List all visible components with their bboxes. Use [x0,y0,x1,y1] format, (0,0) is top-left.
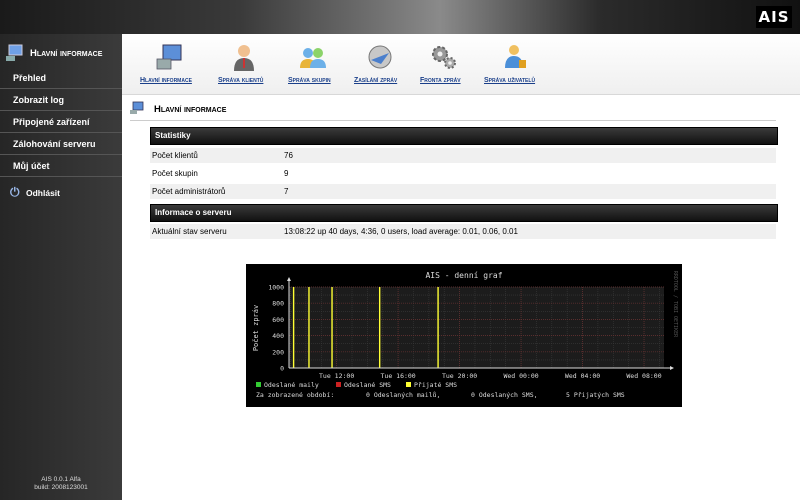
group-icon [300,48,326,68]
build-info: AIS 0.0.1 Alfa build: 2008123001 [0,476,122,492]
toolbar-fronta-zprav[interactable]: Fronta zpráv [420,42,468,92]
x-tick-label: Tue 16:00 [381,372,416,380]
version-label: AIS 0.0.1 Alfa [41,476,81,483]
server-section-header: Informace o serveru [150,204,778,222]
send-icon [368,45,392,69]
x-axis-arrow [670,366,674,370]
toolbar-sprava-skupin[interactable]: Správa skupin [288,42,338,92]
x-tick-label: Wed 00:00 [503,372,538,380]
build-label: build: 2008123001 [34,484,88,491]
sidebar: Hlavní informace Přehled Zobrazit log Př… [0,34,122,500]
x-tick-label: Wed 04:00 [565,372,600,380]
legend-swatch [256,382,261,387]
y-tick-label: 1000 [268,284,284,292]
users-icon [505,45,526,68]
summary-label: Za zobrazené období: [256,391,334,399]
sidebar-header: Hlavní informace [6,44,122,66]
table-row: Počet skupin 9 [150,166,776,181]
x-tick-label: Wed 08:00 [626,372,661,380]
legend-label: Odeslané SMS [344,381,391,389]
x-tick-label: Tue 20:00 [442,372,477,380]
main-toolbar: Hlavní informace Správa klientů Správa s… [122,34,800,95]
y-tick-label: 400 [272,332,284,340]
summary-sent-mails: 0 Odeslaných mailů, [366,391,440,399]
sidebar-item-log[interactable]: Zobrazit log [0,90,122,111]
y-tick-label: 600 [272,316,284,324]
monitor-icon [6,44,23,61]
page-header: Hlavní informace [130,100,776,121]
toolbar-sprava-uzivatelu[interactable]: Správa uživatelů [484,42,544,92]
summary-received-sms: 5 Přijatých SMS [566,391,625,399]
user-icon [234,45,254,71]
x-tick-label: Tue 12:00 [319,372,354,380]
stats-section-header: Statistiky [150,127,778,145]
table-row: Počet klientů 76 [150,148,776,163]
gears-icon [432,46,456,69]
side-credit-label: RRDTOOL / TOBI OETIKER [672,271,678,338]
legend-swatch [406,382,411,387]
summary-sent-sms: 0 Odeslaných SMS, [471,391,538,399]
sidebar-header-label: Hlavní informace [30,48,103,59]
sidebar-item-prehled[interactable]: Přehled [0,68,122,89]
y-tick-label: 200 [272,348,284,356]
sidebar-item-account[interactable]: Můj účet [0,156,122,177]
logout-link[interactable]: ⏻ Odhlásit [8,184,118,204]
legend-label: Odeslané maily [264,381,319,389]
monitor-icon [130,101,144,114]
daily-graph-svg: 0 200 400 600 800 1000 Tue 12:00 Tue 16:00 Tue 2… [252,271,678,399]
top-bar: AIS [0,0,800,34]
power-icon: ⏻ [10,185,20,199]
ais-logo: AIS [756,6,792,28]
y-tick-label: 800 [272,300,284,308]
toolbar-hlavni-informace[interactable]: Hlavní informace [140,42,200,92]
sidebar-item-backup[interactable]: Zálohování serveru [0,134,122,155]
sidebar-item-devices[interactable]: Připojené zařízení [0,112,122,133]
daily-graph: 0 200 400 600 800 1000 Tue 12:00 Tue 16:00 Tue 2… [246,264,682,407]
table-row: Aktuální stav serveru 13:08:22 up 40 day… [150,224,776,239]
y-tick-label: 0 [280,365,284,373]
y-axis-arrow [287,277,291,281]
legend-swatch [336,382,341,387]
toolbar-zasilani-zprav[interactable]: Zasílání zpráv [354,42,406,92]
y-axis-label: Počet zpráv [252,305,260,351]
table-row: Počet administrátorů 7 [150,184,776,199]
monitor-icon [156,44,182,70]
page-title: Hlavní informace [154,104,227,115]
legend-label: Přijaté SMS [414,381,457,389]
chart-title: AIS - denní graf [425,271,502,280]
toolbar-sprava-klientu[interactable]: Správa klientů [218,42,270,92]
